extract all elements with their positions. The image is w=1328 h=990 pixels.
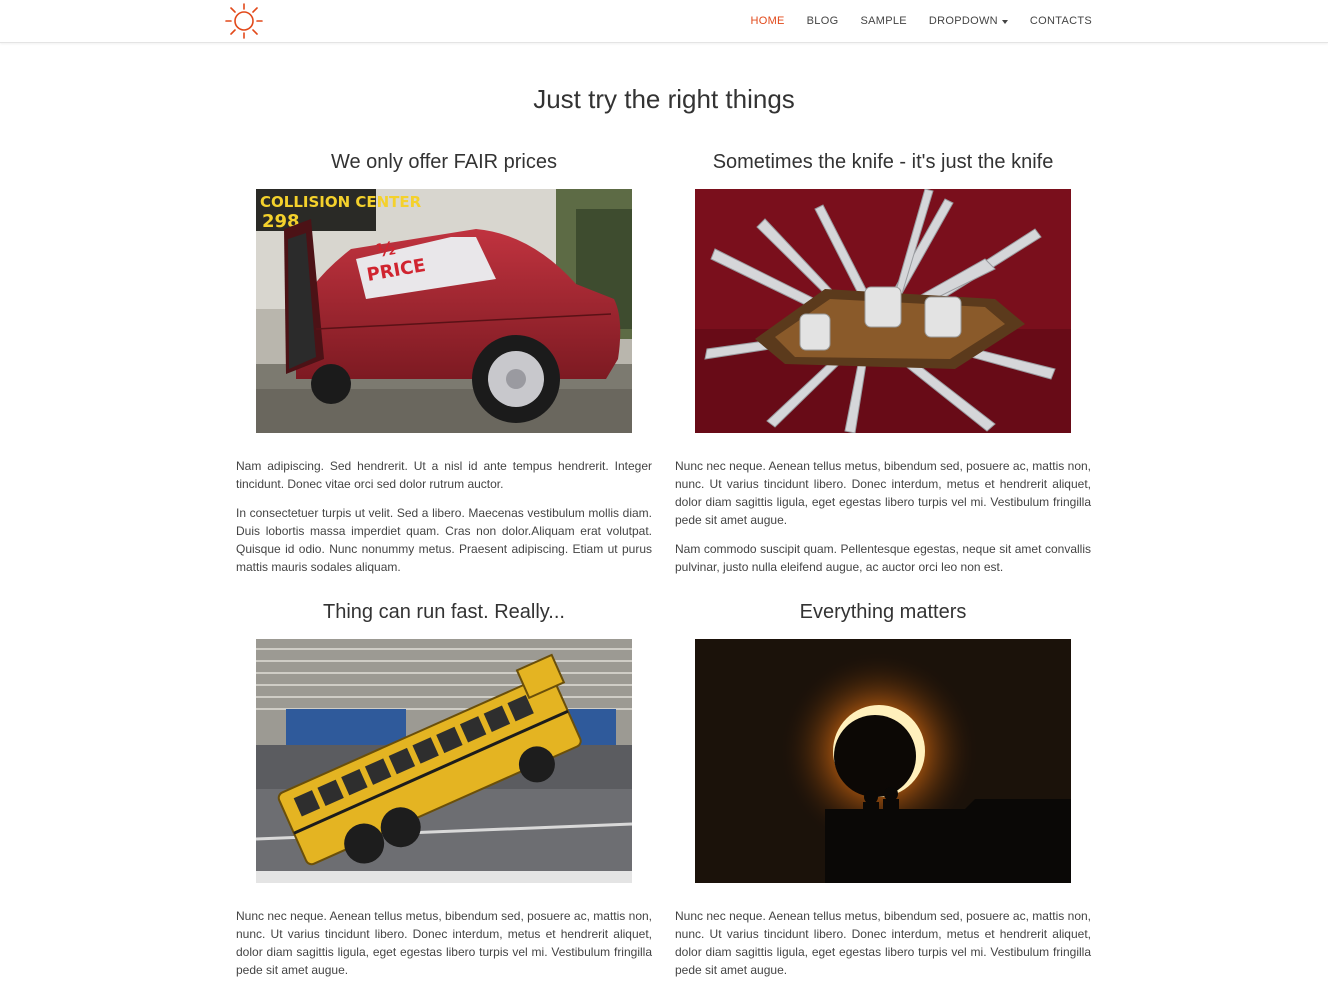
card-paragraph: Nam commodo suscipit quam. Pellentesque … — [675, 542, 1091, 574]
nav-home-label: HOME — [750, 15, 785, 27]
caret-down-icon — [1001, 19, 1008, 24]
nav-blog-label: BLOG — [806, 15, 839, 27]
card-text: Nunc nec neque. Aenean tellus metus, bib… — [236, 907, 652, 990]
window-text-1: ½ — [375, 238, 397, 262]
sun-icon[interactable] — [224, 3, 264, 39]
card-run-fast: Thing can run fast. Really... Nunc nec n… — [236, 597, 652, 977]
card-paragraph: Nunc nec neque. Aenean tellus metus, bib… — [675, 459, 1091, 527]
card-title: Everything matters — [799, 601, 967, 623]
nav-sample-label: SAMPLE — [860, 15, 907, 27]
nav-dropdown[interactable]: DROPDOWN — [929, 15, 1008, 27]
card-knife: Sometimes the knife - it's just the knif… — [675, 147, 1091, 574]
card-title: Sometimes the knife - it's just the knif… — [712, 151, 1054, 173]
eclipse-photo — [695, 639, 1071, 883]
card-paragraph: In consectetuer turpis ut velit. Sed a l… — [236, 506, 652, 574]
card-text: Nam adipiscing. Sed hendrerit. Ut a nisl… — [236, 457, 652, 587]
nav-dropdown-label: DROPDOWN — [928, 15, 998, 27]
nav-contacts[interactable]: CONTACTS — [1030, 15, 1092, 27]
nav-home[interactable]: HOME — [750, 15, 784, 27]
card-paragraph: Nunc nec neque. Aenean tellus metus, bib… — [675, 909, 1091, 977]
card-text: Nunc nec neque. Aenean tellus metus, bib… — [675, 907, 1091, 990]
sign-text-1: COLLISION CENTER — [260, 193, 422, 211]
card-title: Thing can run fast. Really... — [323, 601, 565, 623]
card-title: We only offer FAIR prices — [330, 151, 557, 173]
card-everything-matters: Everything matters Nunc nec neque. Aenea… — [675, 597, 1091, 977]
card-paragraph: Nunc nec neque. Aenean tellus metus, bib… — [236, 909, 652, 977]
card-text: Nunc nec neque. Aenean tellus metus, bib… — [675, 457, 1091, 587]
nav-sample[interactable]: SAMPLE — [860, 15, 906, 27]
navbar: HOME BLOG SAMPLE DROPDOWN CONTACTS — [0, 0, 1328, 43]
bus-photo — [256, 639, 632, 883]
page-title: Just try the right things — [533, 84, 795, 114]
car-photo: COLLISION CENTER 298 ½ PRICE — [256, 189, 632, 433]
card-paragraph: Nam adipiscing. Sed hendrerit. Ut a nisl… — [236, 459, 652, 491]
main-nav: HOME BLOG SAMPLE DROPDOWN CONTACTS — [728, 0, 1092, 42]
nav-blog[interactable]: BLOG — [807, 15, 839, 27]
knife-photo — [695, 189, 1071, 433]
nav-contacts-label: CONTACTS — [1029, 15, 1092, 27]
card-fair-prices: We only offer FAIR prices COLLISION CENT… — [236, 147, 652, 574]
